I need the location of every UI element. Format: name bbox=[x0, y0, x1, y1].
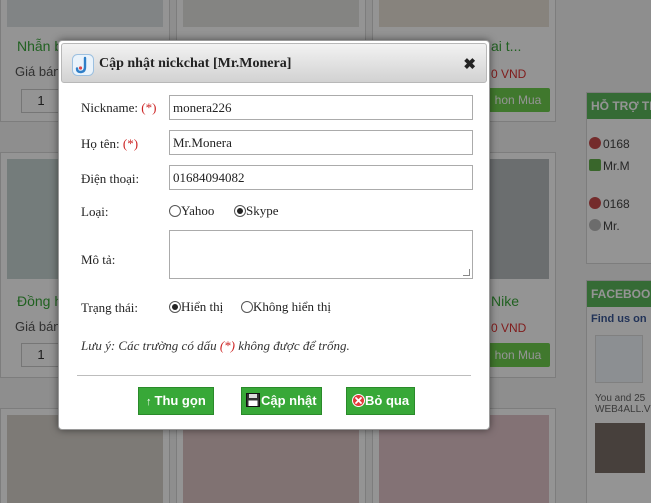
cancel-icon bbox=[352, 394, 365, 407]
divider bbox=[77, 375, 471, 376]
cancel-button[interactable]: Bỏ qua bbox=[346, 387, 416, 415]
site-logo-icon bbox=[72, 54, 94, 76]
close-icon[interactable]: ✖ bbox=[463, 55, 476, 73]
fullname-label: Họ tên: (*) bbox=[81, 136, 139, 151]
phone-input[interactable] bbox=[169, 165, 473, 190]
required-mark: (*) bbox=[141, 100, 157, 115]
nickname-input[interactable] bbox=[169, 95, 473, 120]
collapse-button[interactable]: ↑ Thu gọn bbox=[138, 387, 214, 415]
dialog-title: Cập nhật nickchat [Mr.Monera] bbox=[99, 56, 292, 71]
description-textarea[interactable] bbox=[169, 230, 473, 279]
nickname-label: Nickname: (*) bbox=[81, 100, 157, 115]
update-nickchat-dialog: Cập nhật nickchat [Mr.Monera] ✖ Nickname… bbox=[58, 40, 490, 430]
resize-grip-icon[interactable] bbox=[463, 269, 470, 276]
save-icon bbox=[246, 393, 260, 407]
dialog-titlebar[interactable]: Cập nhật nickchat [Mr.Monera] ✖ bbox=[61, 43, 487, 83]
required-note: Lưu ý: Các trường có dấu (*) không được … bbox=[81, 338, 350, 353]
fullname-input[interactable] bbox=[169, 130, 473, 155]
type-radio-skype[interactable]: Skype bbox=[234, 203, 279, 219]
required-mark: (*) bbox=[122, 136, 139, 151]
radio-button[interactable] bbox=[241, 301, 253, 313]
radio-button-selected[interactable] bbox=[169, 301, 181, 313]
radio-button[interactable] bbox=[169, 205, 181, 217]
update-button[interactable]: Cập nhật bbox=[241, 387, 322, 415]
status-label: Trạng thái: bbox=[81, 300, 138, 315]
radio-button-selected[interactable] bbox=[234, 205, 246, 217]
description-label: Mô tả: bbox=[81, 252, 116, 267]
status-radio-visible[interactable]: Hiển thị bbox=[169, 299, 223, 315]
phone-label: Điện thoại: bbox=[81, 171, 140, 186]
type-radio-yahoo[interactable]: Yahoo bbox=[169, 203, 214, 219]
status-radio-hidden[interactable]: Không hiển thị bbox=[241, 299, 331, 315]
type-label: Loại: bbox=[81, 204, 109, 219]
arrow-up-icon: ↑ bbox=[146, 396, 152, 408]
